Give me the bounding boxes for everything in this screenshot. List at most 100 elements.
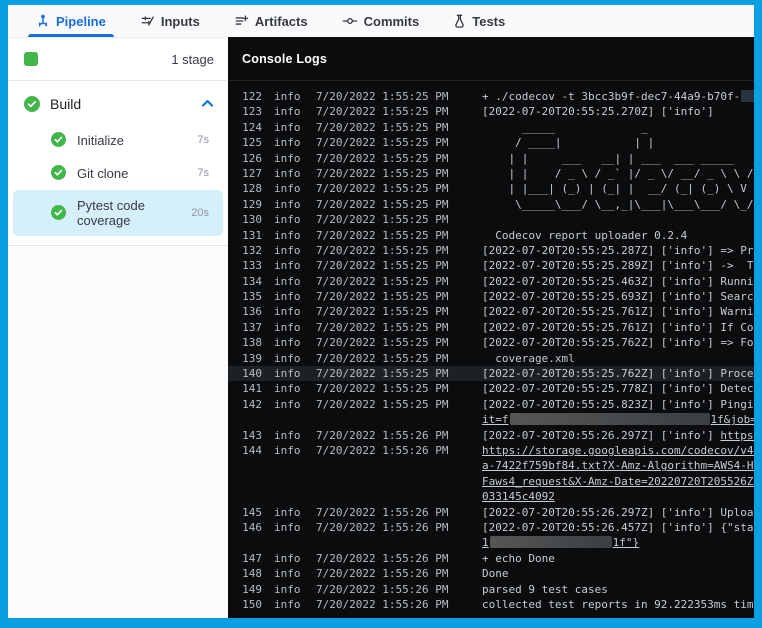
log-line-number[interactable]: 127 — [228, 166, 262, 181]
log-level: info — [274, 597, 314, 612]
log-text: | |___| (_) | (_| | __/ (_| (_) \ V / — [482, 182, 754, 195]
log-level: info — [274, 304, 314, 319]
log-message: [2022-07-20T20:55:25.762Z] ['info'] => F… — [482, 335, 754, 350]
log-message: [2022-07-20T20:55:25.762Z] ['info'] Proc… — [482, 366, 754, 381]
log-line-number[interactable]: 129 — [228, 197, 262, 212]
log-row: 122info7/20/2022 1:55:25 PM+ ./codecov -… — [228, 89, 754, 104]
log-link[interactable]: a-7422f759bf84.txt?X-Amz-Algorithm=AWS4-… — [482, 459, 754, 472]
commits-icon — [342, 14, 358, 28]
log-line-number[interactable]: 134 — [228, 274, 262, 289]
log-timestamp: 7/20/2022 1:55:26 PM — [316, 443, 464, 458]
redacted-secret — [510, 413, 710, 425]
log-link[interactable]: it=f — [482, 413, 509, 426]
log-line-number[interactable]: 122 — [228, 89, 262, 104]
log-level: info — [274, 104, 314, 119]
tab-label: Tests — [472, 14, 505, 29]
log-row: 033145c4092 — [228, 489, 754, 504]
tab-commits[interactable]: Commits — [332, 5, 430, 37]
log-line-number[interactable]: 141 — [228, 381, 262, 396]
app-window: Pipeline Inputs Artifacts Commits Tests 1 st… — [0, 0, 762, 628]
log-message: Done — [482, 566, 754, 581]
log-level: info — [274, 274, 314, 289]
log-line-number[interactable]: 147 — [228, 551, 262, 566]
step-row[interactable]: Initialize7s — [13, 124, 223, 156]
log-link[interactable]: 1 — [482, 536, 489, 549]
log-timestamp: 7/20/2022 1:55:26 PM — [316, 551, 464, 566]
step-label: Git clone — [77, 166, 197, 181]
log-line-number[interactable]: 139 — [228, 351, 262, 366]
log-line-number[interactable]: 150 — [228, 597, 262, 612]
tab-pipeline[interactable]: Pipeline — [26, 5, 116, 37]
log-row: 125info7/20/2022 1:55:25 PM / ____| | | — [228, 135, 754, 150]
log-line-number[interactable]: 138 — [228, 335, 262, 350]
log-row: 143info7/20/2022 1:55:26 PM[2022-07-20T2… — [228, 428, 754, 443]
log-line-number[interactable]: 145 — [228, 505, 262, 520]
log-line-number[interactable]: 137 — [228, 320, 262, 335]
log-line-number[interactable]: 131 — [228, 228, 262, 243]
log-message: / ____| | | — [482, 135, 754, 150]
log-row: 137info7/20/2022 1:55:25 PM[2022-07-20T2… — [228, 320, 754, 335]
log-link[interactable]: 1f&job=&pr=&se — [711, 413, 755, 426]
log-line-number[interactable]: 132 — [228, 243, 262, 258]
log-line-number[interactable]: 125 — [228, 135, 262, 150]
log-link[interactable]: 1f"} — [613, 536, 640, 549]
console-log-body[interactable]: 122info7/20/2022 1:55:25 PM+ ./codecov -… — [228, 81, 754, 618]
log-message: | | / _ \ / _` |/ _ \/ __/ _ \ \ / / — [482, 166, 754, 181]
log-link[interactable]: https://codecov.io — [720, 429, 754, 442]
tests-icon — [453, 14, 466, 28]
log-level: info — [274, 366, 314, 381]
log-row: 123 info7/20/2022 1:55:25 PM [2022-07-20T2… — [228, 104, 754, 119]
log-level: info — [274, 582, 314, 597]
step-duration: 7s — [197, 134, 209, 146]
log-line-number[interactable]: 133 — [228, 258, 262, 273]
tab-inputs[interactable]: Inputs — [130, 5, 210, 37]
log-message: [2022-07-20T20:55:25.270Z] ['info'] — [482, 104, 754, 119]
log-line-number[interactable]: 149 — [228, 582, 262, 597]
log-line-number[interactable]: 124 — [228, 120, 262, 135]
log-level: info — [274, 520, 314, 535]
log-line-number[interactable]: 142 — [228, 397, 262, 412]
build-group-row[interactable]: Build — [8, 81, 228, 123]
step-row[interactable]: Pytest code coverage20s — [13, 190, 223, 236]
log-link[interactable]: 033145c4092 — [482, 490, 555, 503]
log-level: info — [274, 151, 314, 166]
log-row: 145info7/20/2022 1:55:26 PM[2022-07-20T2… — [228, 505, 754, 520]
log-message: [2022-07-20T20:55:25.761Z] ['info'] If C… — [482, 320, 754, 335]
log-level: info — [274, 166, 314, 181]
chevron-up-icon[interactable] — [201, 95, 214, 113]
tab-tests[interactable]: Tests — [443, 5, 515, 37]
log-line-number[interactable]: 128 — [228, 181, 262, 196]
step-duration: 7s — [197, 167, 209, 179]
log-line-number[interactable]: 146 — [228, 520, 262, 535]
log-row: 136info7/20/2022 1:55:25 PM[2022-07-20T2… — [228, 304, 754, 319]
log-message: [2022-07-20T20:55:25.823Z] ['info'] Ping… — [482, 397, 754, 412]
log-text: parsed 9 test cases — [482, 583, 608, 596]
log-level: info — [274, 428, 314, 443]
log-timestamp: 7/20/2022 1:55:25 PM — [316, 289, 464, 304]
log-timestamp: 7/20/2022 1:55:25 PM — [316, 104, 464, 119]
log-message: [2022-07-20T20:55:26.457Z] ['info'] {"st… — [482, 520, 754, 535]
log-text: [2022-07-20T20:55:25.762Z] ['info'] Proc… — [482, 367, 754, 380]
log-line-number[interactable]: 148 — [228, 566, 262, 581]
log-line-number[interactable]: 136 — [228, 304, 262, 319]
stage-summary-row[interactable]: 1 stage — [8, 38, 228, 81]
log-timestamp: 7/20/2022 1:55:25 PM — [316, 89, 464, 104]
log-line-number[interactable]: 135 — [228, 289, 262, 304]
log-text: [2022-07-20T20:55:26.457Z] ['info'] {"st… — [482, 521, 754, 534]
log-line-number[interactable]: 130 — [228, 212, 262, 227]
log-line-number[interactable]: 123 — [228, 104, 262, 119]
log-line-number[interactable]: 143 — [228, 428, 262, 443]
log-timestamp: 7/20/2022 1:55:25 PM — [316, 212, 464, 227]
log-timestamp: 7/20/2022 1:55:25 PM — [316, 181, 464, 196]
tab-artifacts[interactable]: Artifacts — [224, 5, 318, 37]
log-link[interactable]: https://storage.googleapis.com/codecov/v… — [482, 444, 754, 457]
log-text: collected test reports in 92.222353ms ti… — [482, 598, 754, 611]
log-link[interactable]: Faws4_request&X-Amz-Date=20220720T205526… — [482, 475, 754, 488]
log-line-number[interactable]: 126 — [228, 151, 262, 166]
log-line-number[interactable]: 144 — [228, 443, 262, 458]
log-row: 131info7/20/2022 1:55:25 PM Codecov repo… — [228, 228, 754, 243]
log-line-number[interactable]: 140 — [228, 366, 262, 381]
step-row[interactable]: Git clone7s — [13, 157, 223, 189]
log-message: [2022-07-20T20:55:25.761Z] ['info'] Warn… — [482, 304, 754, 319]
log-message: [2022-07-20T20:55:25.463Z] ['info'] Runn… — [482, 274, 754, 289]
